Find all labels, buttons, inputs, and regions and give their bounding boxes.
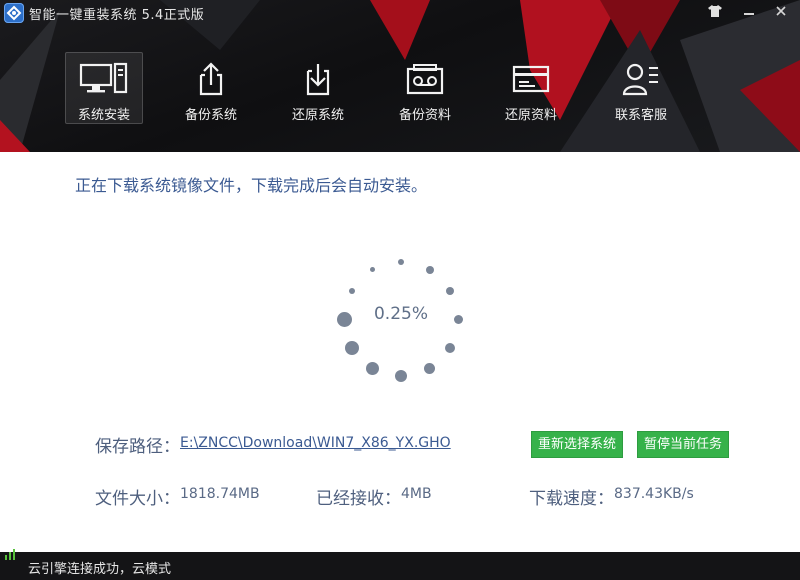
tape-icon [406,64,444,95]
speed-label: 下载速度： [529,489,614,509]
reselect-system-button[interactable]: 重新选择系统 [531,431,624,458]
nav-label-contact-service: 联系客服 [614,108,667,123]
app-title: 智能一键重装系统 5.4正式版 [29,8,205,23]
skin-button[interactable] [702,2,728,20]
spinner-dot [445,342,456,353]
upload-icon [199,62,223,96]
speed-value: 837.43KB/s [614,486,694,502]
nav-label-backup-system: 备份系统 [184,108,237,123]
computer-icon [79,62,128,94]
spinner-dot [370,267,375,273]
spinner-dot [453,314,463,324]
status-bar: 云引擎连接成功，云模式 [0,549,800,580]
contact-icon [622,63,658,96]
main-panel: 正在下载系统镜像文件，下载完成后会自动安装。 0.25% 保存路径： E:\ZN… [0,152,800,552]
nav-item-backup-data[interactable]: 备份资料 [386,52,464,124]
close-button[interactable] [768,2,794,20]
spinner-dot [425,265,434,274]
file-size-value: 1818.74MB [180,486,260,502]
spinner-dot [446,286,455,295]
spinner-dot [344,340,359,355]
minimize-button[interactable] [736,2,762,20]
spinner-dot [336,311,352,327]
nav-label-backup-data: 备份资料 [398,108,451,123]
pause-task-button[interactable]: 暂停当前任务 [637,431,730,458]
nav-label-restore-data: 还原资料 [504,108,557,123]
app-window: 智能一键重装系统 5.4正式版 系统安装 备份系统 还原系统 备份资料 还原资料… [0,0,800,580]
nav-label-system-install: 系统安装 [77,108,130,123]
spinner-dot [366,361,379,375]
spinner-dot [395,370,407,382]
progress-percent: 0.25% [373,304,428,324]
nav-item-system-install[interactable]: 系统安装 [65,52,143,124]
spinner-dot [348,287,355,294]
card-icon [512,65,550,93]
title-bar: 智能一键重装系统 5.4正式版 [0,0,800,26]
shirt-icon [708,5,722,17]
spinner-dot [398,259,404,265]
progress-spinner: 0.25% [335,253,467,385]
received-label: 已经接收： [316,489,401,509]
download-message: 正在下载系统镜像文件，下载完成后会自动安装。 [75,176,428,195]
save-path-label: 保存路径： [95,437,180,457]
header: 智能一键重装系统 5.4正式版 系统安装 备份系统 还原系统 备份资料 还原资料… [0,0,800,152]
received-value: 4MB [401,486,432,502]
nav-item-backup-system[interactable]: 备份系统 [172,52,250,124]
app-logo-icon [4,3,24,23]
spinner-dot [424,362,435,374]
nav-item-contact-service[interactable]: 联系客服 [602,52,680,124]
status-text: 云引擎连接成功，云模式 [28,562,172,577]
nav-item-restore-data[interactable]: 还原资料 [492,52,570,124]
close-icon [776,6,786,16]
file-size-label: 文件大小： [95,489,180,509]
nav-item-restore-system[interactable]: 还原系统 [279,52,357,124]
minimize-icon [744,13,754,15]
main-nav: 系统安装 备份系统 还原系统 备份资料 还原资料 联系客服 [0,52,800,126]
save-path-link[interactable]: E:\ZNCC\Download\WIN7_X86_YX.GHO [180,435,451,451]
nav-label-restore-system: 还原系统 [291,108,344,123]
download-icon [306,64,330,96]
